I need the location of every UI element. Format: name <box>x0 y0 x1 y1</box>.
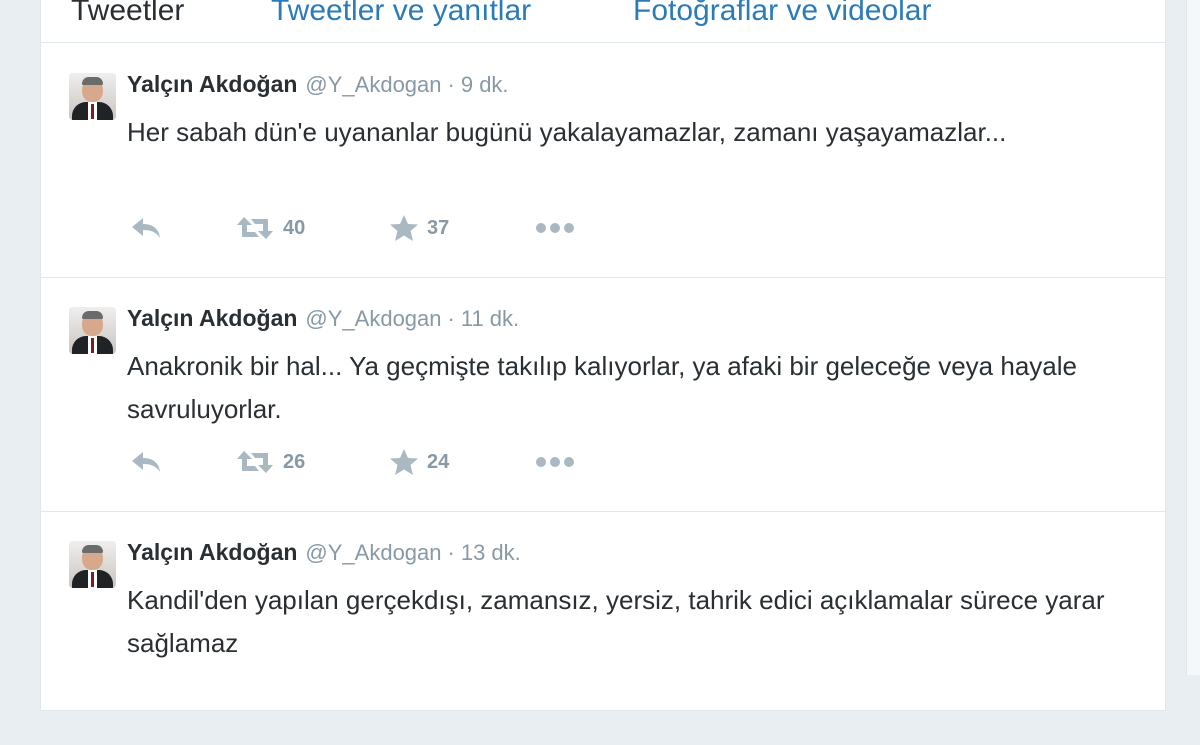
favorite-button[interactable]: 37 <box>389 211 449 245</box>
right-panel-edge <box>1186 0 1200 675</box>
more-button[interactable] <box>535 211 575 245</box>
tweet[interactable]: Yalçın Akdoğan @Y_Akdogan · 13 dk. Kandil'd… <box>41 511 1165 745</box>
more-icon <box>535 222 575 234</box>
tweet-text: Her sabah dün'e uyananlar bugünü yakalay… <box>127 117 1007 147</box>
author-name[interactable]: Yalçın Akdoğan <box>127 539 297 565</box>
favorite-count: 37 <box>427 216 450 239</box>
header-separator: · <box>447 306 455 331</box>
favorite-button[interactable]: 24 <box>389 445 449 479</box>
reply-button[interactable] <box>129 211 163 245</box>
tweet-header: Yalçın Akdoğan @Y_Akdogan · 13 dk. <box>127 539 521 566</box>
more-button[interactable] <box>535 445 575 479</box>
tweet-header: Yalçın Akdoğan @Y_Akdogan · 9 dk. <box>127 71 509 98</box>
star-icon <box>389 214 419 242</box>
profile-tabs: Tweetler Tweetler ve yanıtlar Fotoğrafla… <box>41 0 1165 43</box>
tweet-text: Anakronik bir hal... Ya geçmişte takılıp… <box>127 351 1077 424</box>
tweet-header: Yalçın Akdoğan @Y_Akdogan · 11 dk. <box>127 305 519 332</box>
author-handle[interactable]: @Y_Akdogan <box>305 540 441 565</box>
author-handle[interactable]: @Y_Akdogan <box>305 72 441 97</box>
tweet-timestamp[interactable]: 9 dk. <box>461 72 509 97</box>
avatar[interactable] <box>69 73 116 120</box>
retweet-button[interactable]: 26 <box>235 445 305 479</box>
tab-tweets-and-replies[interactable]: Tweetler ve yanıtlar <box>271 0 531 28</box>
retweet-count: 40 <box>283 216 306 239</box>
retweet-icon <box>235 215 275 241</box>
timeline: Tweetler Tweetler ve yanıtlar Fotoğrafla… <box>40 0 1166 711</box>
header-separator: · <box>447 72 455 97</box>
author-name[interactable]: Yalçın Akdoğan <box>127 305 297 331</box>
retweet-icon <box>235 449 275 475</box>
avatar[interactable] <box>69 541 116 588</box>
author-handle[interactable]: @Y_Akdogan <box>305 306 441 331</box>
tweet[interactable]: Yalçın Akdoğan @Y_Akdogan · 9 dk. Her sabah… <box>41 43 1165 278</box>
tweet-timestamp[interactable]: 11 dk. <box>461 306 519 331</box>
tab-tweets[interactable]: Tweetler <box>71 0 184 28</box>
favorite-count: 24 <box>427 450 450 473</box>
retweet-count: 26 <box>283 450 306 473</box>
header-separator: · <box>447 540 455 565</box>
reply-button[interactable] <box>129 445 163 479</box>
tweet-actions: 26 24 <box>127 445 647 479</box>
tweet-text: Kandil'den yapılan gerçekdışı, zamansız,… <box>127 585 1105 658</box>
tweet-timestamp[interactable]: 13 dk. <box>461 540 521 565</box>
author-name[interactable]: Yalçın Akdoğan <box>127 71 297 97</box>
reply-icon <box>129 449 163 475</box>
tweet-actions: 40 37 <box>127 211 647 245</box>
more-icon <box>535 456 575 468</box>
star-icon <box>389 448 419 476</box>
tab-photos-and-videos[interactable]: Fotoğraflar ve videolar <box>633 0 931 28</box>
retweet-button[interactable]: 40 <box>235 211 305 245</box>
tweet[interactable]: Yalçın Akdoğan @Y_Akdogan · 11 dk. Anakroni… <box>41 277 1165 512</box>
avatar[interactable] <box>69 307 116 354</box>
reply-icon <box>129 215 163 241</box>
